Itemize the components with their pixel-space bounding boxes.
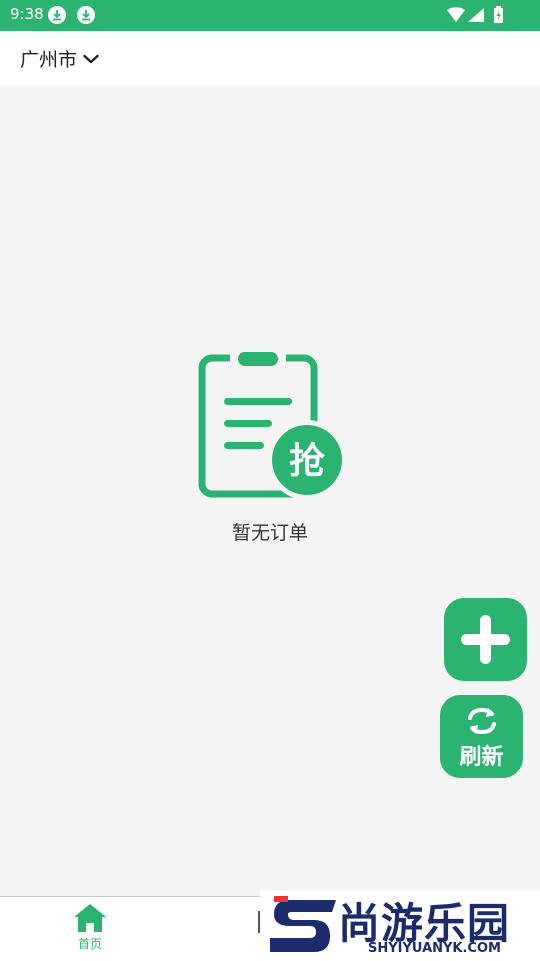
refresh-label: 刷新 xyxy=(459,745,504,770)
plus-icon xyxy=(461,615,510,664)
top-bar: 广州市 xyxy=(0,31,540,86)
city-label: 广州市 xyxy=(20,49,78,71)
city-selector[interactable]: 广州市 xyxy=(20,45,99,72)
nav-home-label: 首页 xyxy=(77,937,102,951)
refresh-button[interactable]: 刷新 xyxy=(440,695,523,778)
clipboard-grab-icon: 抢 xyxy=(198,352,346,500)
nav-home[interactable]: 首页 xyxy=(60,903,120,957)
signal-icon xyxy=(468,8,484,22)
watermark-s-icon xyxy=(270,896,336,952)
refresh-icon xyxy=(468,707,496,735)
home-icon xyxy=(74,904,106,932)
status-bar: 9:38 xyxy=(0,0,540,31)
download-icon xyxy=(77,6,95,24)
chevron-down-icon xyxy=(83,54,99,63)
system-icons xyxy=(446,6,510,30)
download-icon xyxy=(48,6,66,24)
battery-icon xyxy=(494,6,503,23)
empty-message: 暂无订单 xyxy=(231,522,308,544)
watermark-logo: 尚游乐园 SHYIYUANYK.COM xyxy=(260,890,540,960)
watermark-url: SHYIYUANYK.COM xyxy=(368,941,501,956)
add-button[interactable] xyxy=(444,598,527,681)
status-time: 9:38 xyxy=(10,5,44,23)
illustration-badge-text: 抢 xyxy=(289,440,326,482)
wifi-icon xyxy=(447,7,465,22)
